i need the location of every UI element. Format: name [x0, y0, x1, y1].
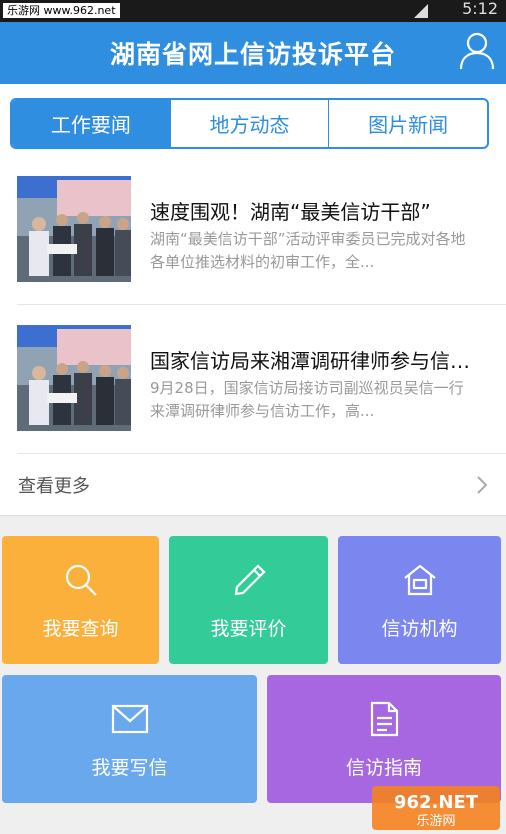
news-item[interactable]: 国家信访局来湘潭调研律师参与信访工作 9月28日，国家信访局接访司副巡视员吴信一… [17, 325, 477, 455]
document-icon [370, 701, 399, 737]
site-watermark-logo: 962.NET 乐游网 [372, 786, 500, 830]
svg-text:乐游网: 乐游网 [416, 814, 455, 829]
clock: 5:12 [462, 0, 498, 18]
watermark-label: 乐游网 www.962.net [3, 3, 120, 18]
divider [17, 453, 506, 454]
tab-local-news[interactable]: 地方动态 [171, 100, 330, 147]
institution-tile[interactable]: 信访机构 [338, 536, 501, 664]
news-headline: 速度围观！湖南“最美信访干部” [150, 200, 431, 224]
news-thumbnail [17, 176, 131, 282]
tab-photo-news[interactable]: 图片新闻 [329, 100, 487, 147]
view-more-label: 查看更多 [18, 476, 90, 497]
page-title: 湖南省网上信访投诉平台 [109, 40, 396, 69]
query-tile[interactable]: 我要查询 [2, 536, 159, 664]
evaluate-tile[interactable]: 我要评价 [169, 536, 328, 664]
evaluate-tile-label: 我要评价 [210, 618, 287, 640]
guide-tile[interactable]: 信访指南 [267, 675, 501, 803]
user-icon[interactable] [458, 30, 496, 70]
news-item[interactable]: 速度围观！湖南“最美信访干部” 湖南“最美信访干部”活动评审委员已完成对各地各单… [17, 176, 477, 306]
news-summary: 9月28日，国家信访局接访司副巡视员吴信一行来潭调研律师参与信访工作，高... [150, 379, 464, 420]
view-more-row[interactable]: 查看更多 [0, 455, 506, 513]
app-header: 湖南省网上信访投诉平台 [0, 22, 506, 84]
news-tabs: 工作要闻 地方动态 图片新闻 [10, 98, 489, 149]
search-icon [65, 564, 97, 596]
svg-text:962.NET: 962.NET [394, 792, 479, 813]
news-headline: 国家信访局来湘潭调研律师参与信访工作 [150, 349, 477, 373]
write-letter-tile[interactable]: 我要写信 [2, 675, 257, 803]
status-bar: 乐游网 www.962.net 5:12 [0, 0, 506, 22]
home-icon [403, 564, 436, 596]
institution-tile-label: 信访机构 [381, 618, 458, 640]
pen-icon [234, 564, 266, 596]
write-letter-tile-label: 我要写信 [91, 757, 168, 779]
news-thumbnail [17, 325, 131, 431]
guide-tile-label: 信访指南 [345, 757, 422, 779]
divider [17, 304, 506, 305]
chevron-right-icon [477, 476, 488, 494]
news-summary: 湖南“最美信访干部”活动评审委员已完成对各地各单位推选材料的初审工作，全... [150, 230, 466, 271]
tab-work-news[interactable]: 工作要闻 [12, 100, 171, 147]
signal-icon [414, 4, 428, 18]
query-tile-label: 我要查询 [42, 618, 119, 640]
mail-icon [111, 704, 148, 734]
